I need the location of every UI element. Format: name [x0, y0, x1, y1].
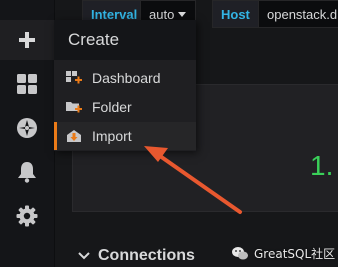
dashboard-add-icon — [66, 71, 82, 84]
host-variable-value: openstack.d — [267, 7, 338, 22]
folder-add-icon — [66, 102, 82, 113]
alerting-bell-icon — [18, 162, 36, 183]
wechat-logo-icon — [232, 246, 248, 259]
sidemenu-dashboards[interactable] — [0, 64, 54, 104]
create-folder-label: Folder — [92, 99, 132, 115]
plus-icon — [19, 32, 35, 48]
create-folder-item[interactable]: Folder — [54, 93, 196, 121]
sidemenu-configuration[interactable] — [0, 196, 54, 236]
configuration-gear-icon — [16, 205, 38, 227]
dashboards-grid-icon — [17, 74, 37, 94]
grafana-window: Interval auto Host openstack.d ▪ 1. Conn… — [0, 0, 338, 267]
create-import-label: Import — [92, 128, 132, 144]
watermark: GreatSQL社区 — [232, 244, 335, 262]
sidemenu-explore[interactable] — [0, 108, 54, 148]
explore-compass-icon — [17, 118, 37, 138]
create-menu-title[interactable]: Create — [54, 20, 196, 60]
sidemenu-create[interactable] — [0, 20, 54, 60]
create-import-item[interactable]: Import — [54, 122, 196, 150]
create-flyout-menu: Create Dashboard Folder Import — [54, 20, 196, 151]
watermark-text: GreatSQL社区 — [254, 246, 336, 261]
host-variable-select[interactable]: openstack.d — [258, 0, 338, 28]
sidemenu — [0, 0, 55, 267]
import-icon — [67, 130, 81, 142]
host-variable-label: Host — [212, 0, 260, 28]
create-dashboard-label: Dashboard — [92, 70, 161, 86]
row-title: Connections — [98, 247, 195, 264]
stat-value: 1. — [310, 150, 334, 181]
sidemenu-alerting[interactable] — [0, 152, 54, 192]
create-dashboard-item[interactable]: Dashboard — [54, 64, 196, 92]
chevron-down-icon — [178, 12, 187, 18]
chevron-down-icon — [78, 252, 90, 260]
row-header-connections[interactable]: Connections — [78, 244, 195, 267]
